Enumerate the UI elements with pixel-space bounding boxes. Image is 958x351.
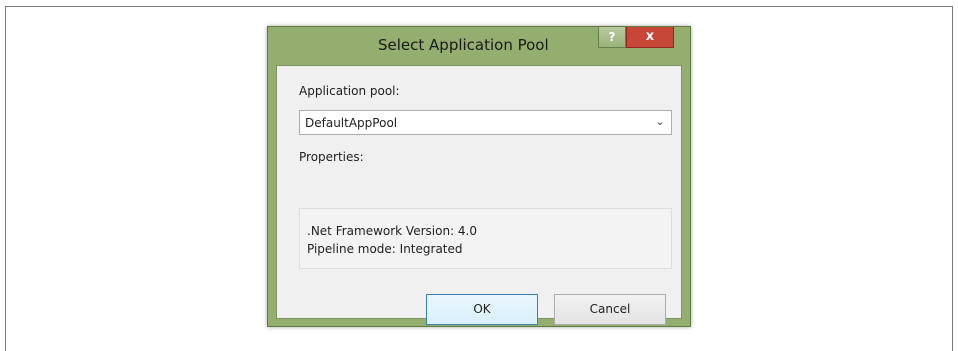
dialog-content: Application pool: DefaultAppPool ⌄ Prope… bbox=[276, 65, 682, 325]
properties-label: Properties: bbox=[299, 150, 364, 164]
close-icon: x bbox=[645, 29, 655, 44]
application-pool-label: Application pool: bbox=[299, 84, 400, 98]
chevron-down-icon: ⌄ bbox=[655, 115, 665, 128]
pipeline-mode-text: Pipeline mode: Integrated bbox=[307, 242, 463, 256]
close-button[interactable]: x bbox=[626, 27, 674, 48]
dialog-title: Select Application Pool bbox=[378, 36, 549, 54]
cancel-button[interactable]: Cancel bbox=[554, 294, 666, 325]
ok-button[interactable]: OK bbox=[426, 294, 538, 325]
properties-box: .Net Framework Version: 4.0 Pipeline mod… bbox=[299, 208, 672, 269]
application-pool-value: DefaultAppPool bbox=[305, 116, 398, 130]
select-application-pool-dialog: Select Application Pool ? x Application … bbox=[267, 26, 691, 327]
title-bar[interactable]: Select Application Pool ? x bbox=[268, 27, 690, 64]
framework-version-text: .Net Framework Version: 4.0 bbox=[307, 224, 478, 238]
help-button[interactable]: ? bbox=[598, 27, 626, 48]
application-pool-select[interactable]: DefaultAppPool ⌄ bbox=[299, 110, 672, 135]
help-icon: ? bbox=[608, 30, 616, 44]
